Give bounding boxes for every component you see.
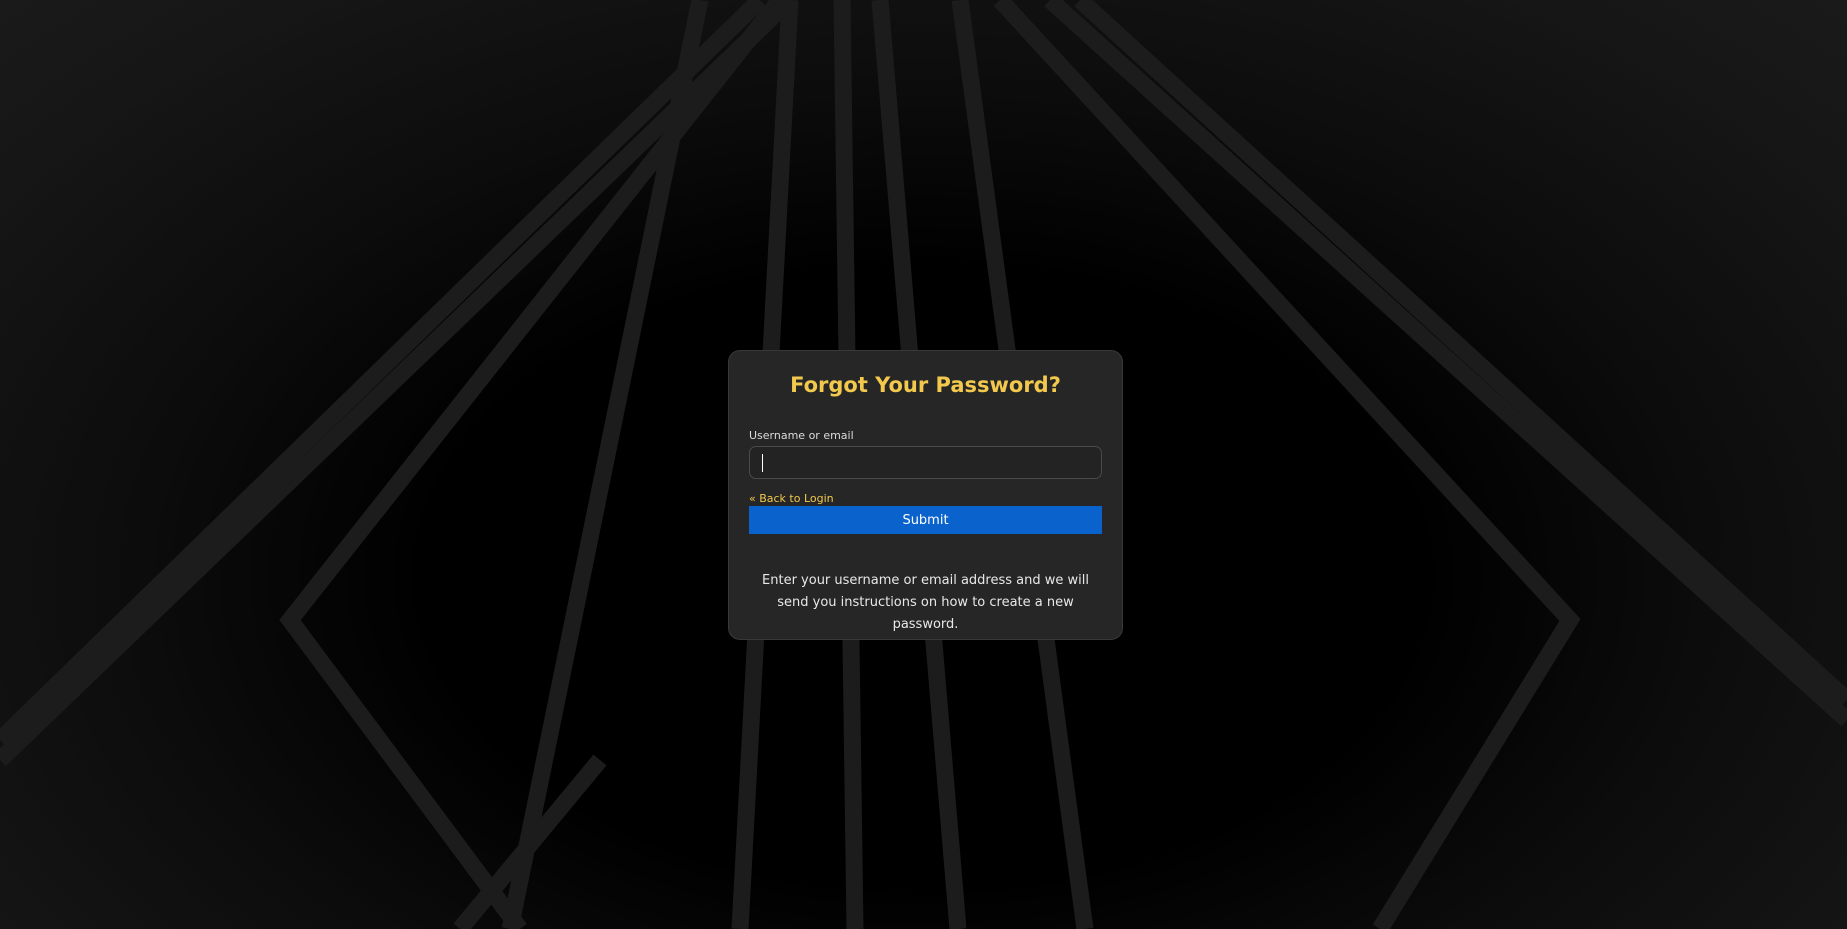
back-to-login-link[interactable]: « Back to Login [749,492,1102,506]
username-or-email-label: Username or email [749,429,854,442]
submit-button[interactable]: Submit [749,506,1102,534]
page: Forgot Your Password? Username or email … [0,0,1847,929]
username-or-email-field[interactable] [749,446,1102,479]
page-title: Forgot Your Password? [790,373,1061,397]
instructions-text: Enter your username or email address and… [762,573,1089,632]
username-or-email-input[interactable] [750,447,1101,478]
forgot-password-card: Forgot Your Password? Username or email … [728,350,1123,640]
text-caret [762,454,763,472]
